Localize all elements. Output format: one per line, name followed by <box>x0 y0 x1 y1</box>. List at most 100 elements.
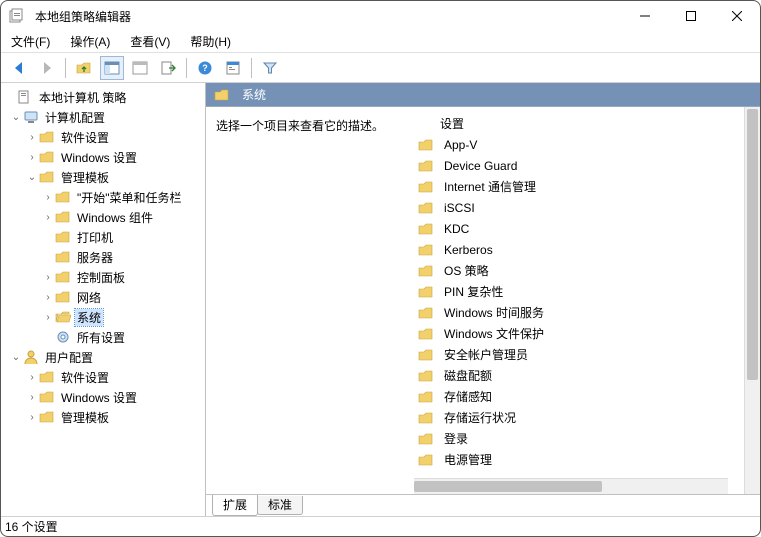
folder-icon <box>418 284 434 300</box>
tab-standard[interactable]: 标准 <box>257 496 303 515</box>
tree-printers[interactable]: › 打印机 <box>1 227 205 247</box>
tree-software-settings[interactable]: › 软件设置 <box>1 127 205 147</box>
svg-text:?: ? <box>202 63 208 73</box>
tree-control-panel[interactable]: › 控制面板 <box>1 267 205 287</box>
list-item[interactable]: Windows 文件保护 <box>414 323 744 344</box>
chevron-right-icon[interactable]: › <box>41 292 55 303</box>
list-item[interactable]: KDC <box>414 218 744 239</box>
up-button[interactable] <box>72 56 96 80</box>
titlebar: 本地组策略编辑器 <box>1 1 760 31</box>
show-tree-button[interactable] <box>100 56 124 80</box>
list-item[interactable]: 存储运行状况 <box>414 407 744 428</box>
list-item-label: Internet 通信管理 <box>444 178 536 195</box>
policy-icon <box>17 89 33 105</box>
chevron-down-icon[interactable]: ⌄ <box>9 352 23 363</box>
tree-pane[interactable]: ▸ 本地计算机 策略 ⌄ 计算机配置 › 软件设置 › Windows 设置 ⌄… <box>1 83 206 516</box>
folder-open-icon <box>55 309 71 325</box>
chevron-right-icon[interactable]: › <box>41 192 55 203</box>
chevron-down-icon[interactable]: ⌄ <box>25 172 39 183</box>
horizontal-scrollbar[interactable] <box>414 478 728 494</box>
chevron-right-icon[interactable]: › <box>25 132 39 143</box>
chevron-right-icon[interactable]: › <box>25 392 39 403</box>
list-item[interactable]: 登录 <box>414 428 744 449</box>
list-item[interactable]: App-V <box>414 134 744 155</box>
view-tabs: 扩展 标准 <box>206 494 760 516</box>
status-text: 16 个设置 <box>5 518 58 535</box>
forward-button[interactable] <box>35 56 59 80</box>
export-button[interactable] <box>156 56 180 80</box>
chevron-right-icon[interactable]: › <box>25 152 39 163</box>
list-item[interactable]: 安全帐户管理员 <box>414 344 744 365</box>
maximize-button[interactable] <box>668 1 714 31</box>
list-item-label: PIN 复杂性 <box>444 283 503 300</box>
chevron-right-icon[interactable]: › <box>25 412 39 423</box>
menu-file[interactable]: 文件(F) <box>9 31 52 52</box>
filter-button[interactable] <box>258 56 282 80</box>
menu-view[interactable]: 查看(V) <box>128 31 172 52</box>
list-item[interactable]: 存储感知 <box>414 386 744 407</box>
back-button[interactable] <box>7 56 31 80</box>
app-icon <box>9 8 25 24</box>
tree-label: 打印机 <box>75 229 115 246</box>
list-item[interactable]: Internet 通信管理 <box>414 176 744 197</box>
minimize-button[interactable] <box>622 1 668 31</box>
list-item[interactable]: Device Guard <box>414 155 744 176</box>
chevron-right-icon[interactable]: › <box>41 272 55 283</box>
folder-icon <box>55 289 71 305</box>
chevron-right-icon[interactable]: › <box>25 372 39 383</box>
list-pane[interactable]: 设置 App-V Device Guard Internet 通信管理 iSCSIKD… <box>414 107 744 494</box>
tree-windows-settings[interactable]: › Windows 设置 <box>1 147 205 167</box>
tree-label: 软件设置 <box>59 129 111 146</box>
folder-icon <box>55 269 71 285</box>
tree-start-taskbar[interactable]: › "开始"菜单和任务栏 <box>1 187 205 207</box>
folder-icon <box>418 389 434 405</box>
scrollbar-thumb[interactable] <box>414 481 602 492</box>
folder-icon <box>55 229 71 245</box>
toolbar-separator <box>65 58 66 78</box>
list-item[interactable]: iSCSI <box>414 197 744 218</box>
list-item[interactable]: 电源管理 <box>414 449 744 470</box>
tree-windows-components[interactable]: › Windows 组件 <box>1 207 205 227</box>
chevron-right-icon[interactable]: › <box>41 312 55 323</box>
close-button[interactable] <box>714 1 760 31</box>
chevron-right-icon[interactable]: › <box>41 212 55 223</box>
tree-user-software[interactable]: › 软件设置 <box>1 367 205 387</box>
content-header: 系统 <box>206 83 760 107</box>
tree-label: 控制面板 <box>75 269 127 286</box>
tree-label: "开始"菜单和任务栏 <box>75 189 184 206</box>
tree-admin-templates[interactable]: ⌄ 管理模板 <box>1 167 205 187</box>
list-item[interactable]: Windows 时间服务 <box>414 302 744 323</box>
tree-user-admin[interactable]: › 管理模板 <box>1 407 205 427</box>
tree-server[interactable]: › 服务器 <box>1 247 205 267</box>
list-item[interactable]: OS 策略 <box>414 260 744 281</box>
window-title: 本地组策略编辑器 <box>35 8 131 25</box>
list-item-label: Windows 时间服务 <box>444 304 544 321</box>
tree-user-config[interactable]: ⌄ 用户配置 <box>1 347 205 367</box>
folder-icon <box>418 263 434 279</box>
column-header[interactable]: 设置 <box>414 113 744 134</box>
tree-system[interactable]: › 系统 <box>1 307 205 327</box>
tree-all-settings[interactable]: › 所有设置 <box>1 327 205 347</box>
refresh-button[interactable] <box>128 56 152 80</box>
tab-extended[interactable]: 扩展 <box>212 495 258 516</box>
tree-user-windows[interactable]: › Windows 设置 <box>1 387 205 407</box>
tree-computer-config[interactable]: ⌄ 计算机配置 <box>1 107 205 127</box>
vertical-scrollbar[interactable] <box>744 107 760 494</box>
list-item[interactable]: Kerberos <box>414 239 744 260</box>
list-item[interactable]: PIN 复杂性 <box>414 281 744 302</box>
tree-label: Windows 设置 <box>59 389 139 406</box>
list-item-label: App-V <box>444 138 477 152</box>
menu-action[interactable]: 操作(A) <box>68 31 112 52</box>
chevron-down-icon[interactable]: ⌄ <box>9 112 23 123</box>
main-area: ▸ 本地计算机 策略 ⌄ 计算机配置 › 软件设置 › Windows 设置 ⌄… <box>1 83 760 516</box>
folder-icon <box>418 326 434 342</box>
list-item[interactable]: 磁盘配额 <box>414 365 744 386</box>
folder-icon <box>39 389 55 405</box>
properties-button[interactable] <box>221 56 245 80</box>
tree-root[interactable]: ▸ 本地计算机 策略 <box>1 87 205 107</box>
tree-network[interactable]: › 网络 <box>1 287 205 307</box>
menu-help[interactable]: 帮助(H) <box>188 31 233 52</box>
scrollbar-thumb[interactable] <box>747 109 758 380</box>
help-button[interactable]: ? <box>193 56 217 80</box>
tree-label: 所有设置 <box>75 329 127 346</box>
